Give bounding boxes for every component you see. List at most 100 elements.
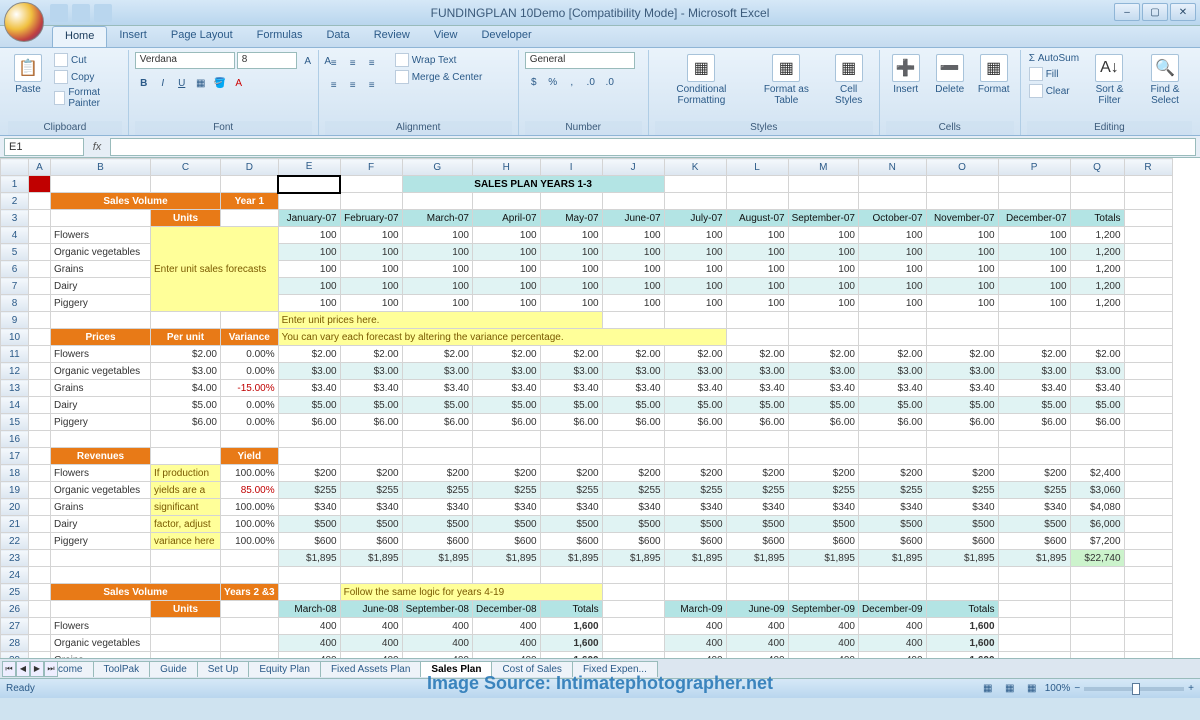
cell[interactable]: October-07	[858, 210, 926, 227]
cell[interactable]: $200	[926, 465, 998, 482]
cell[interactable]: Per unit	[151, 329, 221, 346]
cell[interactable]: 100	[926, 278, 998, 295]
cell[interactable]	[858, 584, 926, 601]
zoom-out-button[interactable]: −	[1074, 683, 1080, 694]
cell[interactable]: $3.40	[664, 380, 726, 397]
cell[interactable]: $6,000	[1070, 516, 1124, 533]
ribbon-tab-insert[interactable]: Insert	[107, 26, 159, 47]
qat-save-icon[interactable]	[50, 4, 68, 22]
cell[interactable]: 100	[664, 227, 726, 244]
cell[interactable]: Years 2 &3	[221, 584, 279, 601]
cell[interactable]	[29, 193, 51, 210]
cell[interactable]	[1124, 601, 1172, 618]
cell[interactable]	[602, 618, 664, 635]
cell[interactable]	[340, 448, 402, 465]
border-button[interactable]: ▦	[192, 74, 210, 92]
cell[interactable]: 100	[602, 295, 664, 312]
cell[interactable]: Piggery	[51, 295, 151, 312]
column-header[interactable]: Q	[1070, 159, 1124, 176]
column-header[interactable]: 3	[1, 210, 29, 227]
cell[interactable]: 100	[998, 295, 1070, 312]
cell[interactable]	[998, 176, 1070, 193]
cell[interactable]	[29, 550, 51, 567]
ribbon-tab-home[interactable]: Home	[52, 26, 107, 47]
cell[interactable]: 100	[926, 295, 998, 312]
cell[interactable]: You can vary each forecast by altering t…	[278, 329, 726, 346]
cell[interactable]: $2.00	[340, 346, 402, 363]
merge-center-button[interactable]: Merge & Center	[393, 69, 485, 85]
cell[interactable]: $5.00	[472, 397, 540, 414]
cell[interactable]	[1124, 244, 1172, 261]
cell[interactable]: $6.00	[1070, 414, 1124, 431]
cell[interactable]: $2.00	[664, 346, 726, 363]
cell[interactable]: $3.00	[664, 363, 726, 380]
cell[interactable]	[1124, 193, 1172, 210]
cell[interactable]	[29, 380, 51, 397]
cell[interactable]: June-09	[726, 601, 788, 618]
cell[interactable]: $200	[602, 465, 664, 482]
cell[interactable]: $2.00	[278, 346, 340, 363]
cell[interactable]: 100	[340, 295, 402, 312]
align-left-button[interactable]: ≡	[325, 76, 343, 94]
cell[interactable]: 400	[788, 635, 858, 652]
cell[interactable]: $2.00	[926, 346, 998, 363]
cell[interactable]	[29, 210, 51, 227]
cell[interactable]: 400	[278, 618, 340, 635]
column-header[interactable]: 6	[1, 261, 29, 278]
cell[interactable]: 100	[540, 227, 602, 244]
column-header[interactable]: E	[278, 159, 340, 176]
cell[interactable]	[788, 567, 858, 584]
cell[interactable]: 100	[858, 278, 926, 295]
bold-button[interactable]: B	[135, 74, 153, 92]
cell[interactable]: $1,895	[788, 550, 858, 567]
align-right-button[interactable]: ≡	[363, 76, 381, 94]
cell[interactable]	[221, 550, 279, 567]
cell[interactable]	[278, 193, 340, 210]
cell[interactable]	[858, 567, 926, 584]
cell[interactable]: $3,060	[1070, 482, 1124, 499]
cell[interactable]: March-09	[664, 601, 726, 618]
cell[interactable]: $6.00	[726, 414, 788, 431]
column-header[interactable]: R	[1124, 159, 1172, 176]
cell[interactable]: May-07	[540, 210, 602, 227]
cell[interactable]: $5.00	[726, 397, 788, 414]
cell[interactable]: 100	[402, 278, 472, 295]
cell[interactable]: 100	[998, 278, 1070, 295]
cell[interactable]: $200	[726, 465, 788, 482]
cell[interactable]	[1124, 482, 1172, 499]
cell[interactable]	[726, 193, 788, 210]
cell[interactable]: 85.00%	[221, 482, 279, 499]
cell[interactable]	[151, 176, 221, 193]
cell[interactable]: $5.00	[278, 397, 340, 414]
cell[interactable]: $255	[664, 482, 726, 499]
cell[interactable]: $6.00	[602, 414, 664, 431]
cell[interactable]: 100	[540, 295, 602, 312]
column-header[interactable]: 15	[1, 414, 29, 431]
cell[interactable]: Enter unit prices here.	[278, 312, 602, 329]
cell[interactable]: $3.00	[602, 363, 664, 380]
cell[interactable]: $6.00	[926, 414, 998, 431]
cell[interactable]: Enter unit sales forecasts	[151, 227, 279, 312]
cell[interactable]: $5.00	[340, 397, 402, 414]
format-cells-button[interactable]: ▦Format	[974, 52, 1014, 97]
cell[interactable]: $2,400	[1070, 465, 1124, 482]
cell[interactable]: $6.00	[402, 414, 472, 431]
cell[interactable]: January-07	[278, 210, 340, 227]
cell[interactable]: $1,895	[602, 550, 664, 567]
cell[interactable]: $3.00	[402, 363, 472, 380]
cell[interactable]: $200	[340, 465, 402, 482]
fill-color-button[interactable]: 🪣	[211, 74, 229, 92]
cell[interactable]: 1,200	[1070, 278, 1124, 295]
cell[interactable]: $6.00	[664, 414, 726, 431]
cell[interactable]: $500	[858, 516, 926, 533]
cell[interactable]	[726, 329, 788, 346]
cell[interactable]: 1,600	[540, 635, 602, 652]
cell[interactable]: $2.00	[858, 346, 926, 363]
cell[interactable]: Organic vegetables	[51, 635, 151, 652]
cell[interactable]	[29, 567, 51, 584]
cell[interactable]: $5.00	[788, 397, 858, 414]
cell[interactable]: $255	[858, 482, 926, 499]
tab-nav-first[interactable]: ⏮	[2, 661, 16, 677]
cell[interactable]	[29, 227, 51, 244]
cell[interactable]	[278, 448, 340, 465]
